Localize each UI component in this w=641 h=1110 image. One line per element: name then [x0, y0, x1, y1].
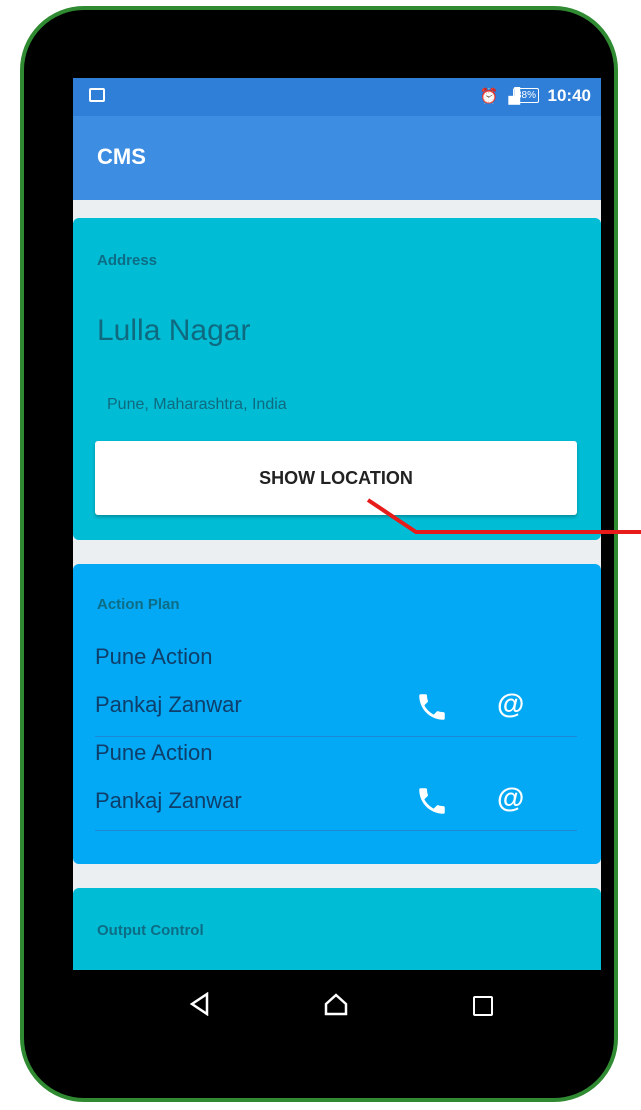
address-region: Pune, Maharashtra, India — [107, 396, 287, 413]
address-card: Address Lulla Nagar Pune, Maharashtra, I… — [73, 218, 601, 540]
app-bar: CMS — [73, 116, 601, 200]
email-icon[interactable]: @ — [497, 688, 524, 720]
address-label: Address — [97, 252, 158, 269]
navigation-bar — [73, 970, 601, 1044]
back-icon[interactable] — [189, 992, 209, 1016]
app-title: CMS — [97, 144, 146, 169]
contact-name-2: Pankaj Zanwar — [95, 788, 242, 813]
call-icon[interactable] — [415, 690, 449, 724]
home-icon[interactable] — [323, 992, 349, 1016]
email-icon[interactable]: @ — [497, 782, 524, 814]
status-time: 10:40 — [547, 86, 591, 105]
show-location-button[interactable]: SHOW LOCATION — [95, 441, 577, 515]
status-bar: ⏰ ▟ 38% 10:40 — [73, 78, 601, 116]
phone-screen: ⏰ ▟ 38% 10:40 CMS Address Lulla Nagar Pu… — [73, 78, 601, 1044]
action-plan-card: Action Plan Pune Action Pankaj Zanwar @ … — [73, 564, 601, 864]
contact-name-1: Pankaj Zanwar — [95, 692, 242, 717]
call-icon[interactable] — [415, 784, 449, 818]
recent-apps-icon[interactable] — [473, 996, 493, 1016]
action-plan-label: Action Plan — [97, 596, 180, 613]
row-divider — [95, 736, 577, 737]
battery-indicator: 38% — [512, 88, 539, 103]
action-group-2: Pune Action — [95, 740, 213, 765]
action-group-1: Pune Action — [95, 644, 213, 669]
notification-icon — [89, 88, 105, 102]
address-place: Lulla Nagar — [97, 314, 251, 347]
output-control-label: Output Control — [97, 922, 204, 939]
row-divider — [95, 830, 577, 831]
